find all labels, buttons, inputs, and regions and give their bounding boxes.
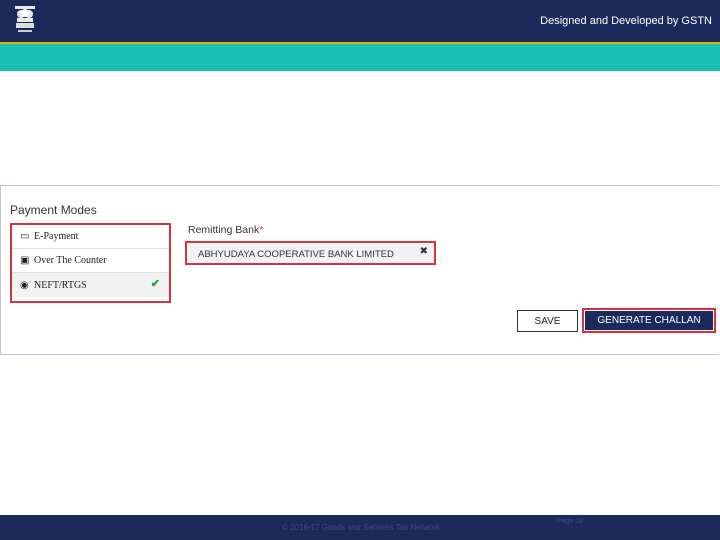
navigation-strip xyxy=(0,44,720,71)
payment-mode-neft-rtgs[interactable]: ◉ NEFT/RTGS ✔ xyxy=(12,273,169,297)
payment-panel: Payment Modes ▭ E-Payment ▣ Over The Cou… xyxy=(0,185,719,355)
payment-mode-label: E-Payment xyxy=(34,231,79,242)
card-icon: ▭ xyxy=(20,231,30,242)
national-emblem-icon xyxy=(15,6,35,32)
checkmark-icon: ✔ xyxy=(150,278,160,290)
generate-challan-highlight: GENERATE CHALLAN xyxy=(582,308,716,333)
required-mark: * xyxy=(259,224,264,236)
payment-modes-title: Payment Modes xyxy=(10,203,97,217)
footer: © 2016-17 Goods and Services Tax Network… xyxy=(0,515,720,540)
radio-icon: ◉ xyxy=(20,279,29,291)
payment-modes-list: ▭ E-Payment ▣ Over The Counter ◉ NEFT/RT… xyxy=(10,223,171,303)
remitting-bank-value: ABHYUDAYA COOPERATIVE BANK LIMITED xyxy=(198,249,394,260)
payment-mode-over-the-counter[interactable]: ▣ Over The Counter xyxy=(12,249,169,273)
remitting-bank-select[interactable]: ABHYUDAYA COOPERATIVE BANK LIMITED ✖ xyxy=(185,241,436,265)
footer-page-number: Page 18 xyxy=(557,518,584,525)
remitting-bank-label: Remitting Bank* xyxy=(188,224,263,236)
top-header: Designed and Developed by GSTN xyxy=(0,0,720,44)
counter-icon: ▣ xyxy=(20,255,30,266)
developer-credit: Designed and Developed by GSTN xyxy=(540,15,712,27)
generate-challan-button[interactable]: GENERATE CHALLAN xyxy=(585,311,713,330)
save-button[interactable]: SAVE xyxy=(517,310,578,332)
remitting-bank-label-text: Remitting Bank xyxy=(188,224,260,236)
clear-icon[interactable]: ✖ xyxy=(420,246,428,257)
payment-mode-label: NEFT/RTGS xyxy=(34,279,87,291)
payment-mode-epayment[interactable]: ▭ E-Payment xyxy=(12,225,169,249)
footer-copyright: © 2016-17 Goods and Services Tax Network xyxy=(282,523,440,532)
payment-mode-label: Over The Counter xyxy=(34,255,107,266)
